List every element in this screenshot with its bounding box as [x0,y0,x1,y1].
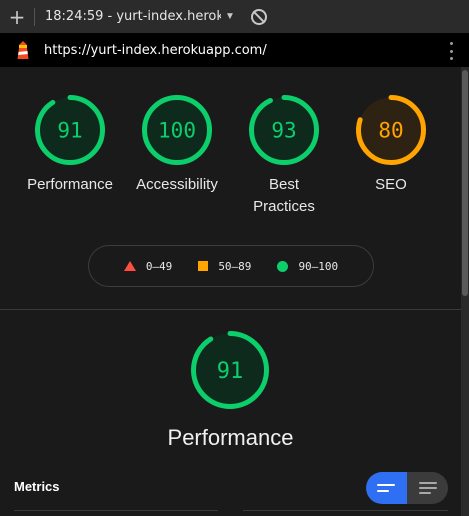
compact-view-button[interactable] [366,472,407,504]
gauge-ring: 80 [356,95,426,165]
legend-fail-range: 0–49 [145,259,173,273]
gauge-score: 80 [378,119,403,143]
gauge-score: 91 [57,119,82,143]
gauge-score: 91 [217,359,244,384]
gauge-label-line2: Practices [253,198,315,215]
triangle-icon [123,261,136,271]
score-legend: 0–49 50–89 90–100 [88,245,374,287]
url-bar: https://yurt-index.herokuapp.com/ [0,33,469,67]
performance-gauge-large: 91 [190,330,270,415]
url-text[interactable]: https://yurt-index.herokuapp.com/ [44,43,267,58]
gauge-score: 100 [158,119,196,143]
legend-pass-range: 90–100 [298,259,339,273]
gauge-ring: 100 [142,95,212,165]
gauge-ring: 91 [191,331,269,409]
new-tab-button[interactable]: + [0,0,34,33]
block-icon[interactable] [250,8,267,25]
gauge-performance[interactable]: 91 Performance [16,94,124,196]
report-content: 91 Performance 100 Accessibility 93 Best… [0,67,461,516]
gauge-label: Accessibility [136,176,218,193]
gauge-label: Performance [27,176,113,193]
section-divider [0,309,461,310]
tab-bar: + 18:24:59 - yurt-index.herokuap ▼ [0,0,469,33]
metric-row-dividers [14,510,448,511]
gauge-label: SEO [375,176,407,193]
gauge-best-practices[interactable]: 93 Best Practices [230,94,338,218]
tab-dropdown-icon[interactable]: ▼ [225,11,235,22]
performance-title: Performance [167,425,294,450]
gauge-seo[interactable]: 80 SEO [337,94,445,196]
gauge-ring: 91 [35,95,105,165]
gauge-label: Best Practices [230,174,338,218]
legend-pass: 90–100 [277,260,338,273]
lighthouse-icon [16,41,30,59]
tab-separator [34,7,35,26]
legend-fail: 0–49 [123,259,173,273]
tab-title[interactable]: 18:24:59 - yurt-index.herokuap [45,9,221,24]
gauge-ring: 93 [249,95,319,165]
expanded-view-button[interactable] [407,472,448,504]
gauge-accessibility[interactable]: 100 Accessibility [123,94,231,196]
legend-average-range: 50–89 [218,259,252,273]
more-options-icon[interactable] [449,42,453,60]
square-icon [198,261,209,271]
scrollbar-thumb[interactable] [462,70,468,296]
metrics-heading: Metrics [14,479,60,494]
gauge-score: 93 [271,119,296,143]
gauge-label-line1: Best [268,176,299,193]
circle-icon [277,260,289,272]
metrics-view-toggle[interactable] [366,472,448,504]
legend-average: 50–89 [198,260,251,273]
